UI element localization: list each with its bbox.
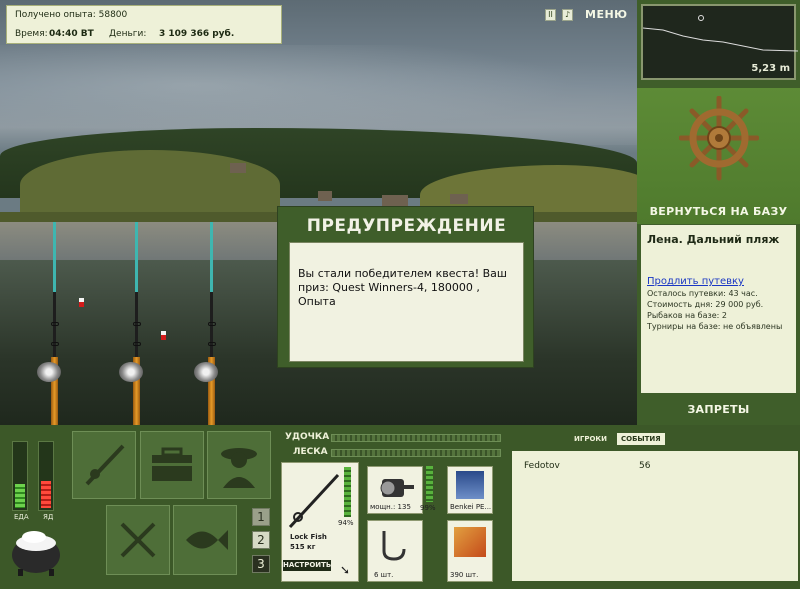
experience-value: 58800 (98, 10, 128, 20)
rod-selection-button[interactable] (72, 431, 136, 499)
poison-label: ЯД (43, 513, 54, 521)
reel-icon (194, 362, 218, 382)
reel-power: мощн.: 135 (370, 503, 411, 511)
time-value: 04:40 ВТ (49, 29, 94, 39)
house (230, 163, 246, 173)
money-value: 3 109 366 руб. (159, 29, 235, 39)
reel-icon (37, 362, 61, 382)
permit-remaining: Осталось путевки: 43 час. (647, 289, 758, 298)
rod-durability-bar (344, 467, 351, 517)
location-title: Лена. Дальний пляж (647, 233, 780, 246)
arrow-down-right-icon: ➘ (340, 563, 351, 577)
rod-icon (85, 444, 125, 486)
house (318, 191, 332, 201)
food-bar (12, 441, 28, 511)
list-item[interactable]: Fedotov 56 (524, 461, 786, 471)
cooking-pot-icon[interactable] (8, 523, 64, 577)
anglers-count: Рыбаков на базе: 2 (647, 311, 727, 320)
rod-label: УДОЧКА (285, 432, 330, 442)
float-position-icon (698, 15, 704, 21)
ship-wheel-icon[interactable] (679, 96, 759, 182)
left-hill (20, 150, 280, 220)
fisherman-icon (221, 448, 257, 488)
base-area (637, 88, 800, 224)
depth-chart: 5,23 m (641, 4, 798, 80)
player-info-panel: Получено опыта: 58800 Время: 04:40 ВТ Де… (6, 5, 282, 44)
tackle-panel: УДОЧКА ЛЕСКА 94% Lock Fish 515 кг ➘ НАСТ… (279, 429, 507, 585)
food-label: ЕДА (14, 513, 29, 521)
experience-label: Получено опыта: (15, 10, 96, 20)
reel-icon (119, 362, 143, 382)
bait-count: 390 шт. (450, 571, 479, 579)
bait-card[interactable]: 390 шт. (447, 520, 493, 582)
rod-weight: 515 кг (290, 543, 316, 551)
line-label: ЛЕСКА (293, 447, 328, 457)
rod-percent: 94% (338, 519, 354, 527)
depth-value: 5,23 m (751, 63, 790, 74)
dialog-title: ПРЕДУПРЕЖДЕНИЕ (306, 216, 507, 236)
reel-card[interactable]: мощн.: 135 (367, 466, 423, 514)
fishing-rod-1[interactable] (33, 222, 79, 425)
rod-slot-2[interactable]: 2 (252, 531, 270, 549)
hook-icon (382, 531, 406, 561)
menu-button[interactable]: МЕНЮ (585, 8, 628, 21)
player-name: Fedotov (524, 461, 560, 471)
fishing-rod-2[interactable] (115, 222, 161, 425)
player-score: 56 (639, 461, 651, 471)
rod-slot-3[interactable]: 3 (252, 555, 270, 573)
reel-icon (380, 479, 414, 497)
players-tabs: ИГРОКИ СОБЫТИЯ (570, 433, 665, 445)
poison-bar (38, 441, 54, 511)
tackle-box-button[interactable] (140, 431, 204, 499)
line-name: Benkei PE... (450, 503, 492, 511)
tab-players[interactable]: ИГРОКИ (570, 433, 611, 445)
bans-button[interactable]: ЗАПРЕТЫ (637, 403, 800, 416)
hook-count: 6 шт. (374, 571, 394, 579)
status-bars: ЕДА ЯД (6, 429, 66, 583)
rod-name: Lock Fish (290, 533, 327, 541)
reel-durability-bar (426, 466, 433, 502)
rod-icon (288, 473, 340, 529)
sound-icon[interactable]: ♪ (562, 8, 573, 21)
players-list: Fedotov 56 (512, 451, 798, 581)
character-button[interactable] (207, 431, 271, 499)
rod-tension-bar (331, 434, 501, 442)
top-controls: II ♪ МЕНЮ (545, 8, 628, 21)
dialog-message: Вы стали победителем квеста! Ваш приз: Q… (289, 242, 524, 362)
extend-permit-link[interactable]: Продлить путевку (647, 276, 744, 287)
right-panel: 5,23 m ВЕРНУТЬСЯ НА БАЗУ Лена. Дальний п… (637, 0, 800, 425)
line-spool-icon (456, 471, 484, 499)
day-cost: Стоимость дня: 29 000 руб. (647, 300, 764, 309)
line-card[interactable]: Benkei PE... (447, 466, 493, 514)
house (450, 194, 468, 204)
reel-percent: 99% (420, 504, 436, 512)
time-label: Время: (15, 29, 48, 39)
hook-card[interactable]: 6 шт. (367, 520, 423, 582)
warning-dialog[interactable]: ПРЕДУПРЕЖДЕНИЕ Вы стали победителем квес… (277, 206, 534, 368)
reel-percent-wrap: 99% (420, 504, 440, 514)
float-bobber[interactable] (161, 331, 166, 340)
bottom-panel: ЕДА ЯД 1 2 3 УДОЧКА ЛЕСКА 94% Lock Fish … (0, 425, 800, 589)
location-panel: Лена. Дальний пляж Продлить путевку Оста… (641, 225, 796, 393)
pause-icon[interactable]: II (545, 8, 556, 21)
float-bobber[interactable] (79, 298, 84, 307)
return-to-base-button[interactable]: ВЕРНУТЬСЯ НА БАЗУ (637, 205, 800, 218)
food-button[interactable] (106, 505, 170, 575)
rod-slot-1[interactable]: 1 (252, 508, 270, 526)
fish-icon (186, 530, 228, 550)
tab-events[interactable]: СОБЫТИЯ (616, 433, 665, 445)
setup-button[interactable]: НАСТРОИТЬ (283, 560, 331, 571)
fork-knife-icon (120, 522, 156, 558)
line-tension-bar (331, 449, 501, 457)
tournaments-status: Турниры на базе: не объявлены (647, 322, 783, 331)
players-panel: ИГРОКИ СОБЫТИЯ Fedotov 56 (510, 427, 800, 587)
bait-pack-icon (454, 527, 486, 557)
money-label: Деньги: (109, 29, 147, 39)
tackle-box-icon (152, 447, 192, 481)
fishing-rod-3[interactable] (190, 222, 236, 425)
fish-keepnet-button[interactable] (173, 505, 237, 575)
